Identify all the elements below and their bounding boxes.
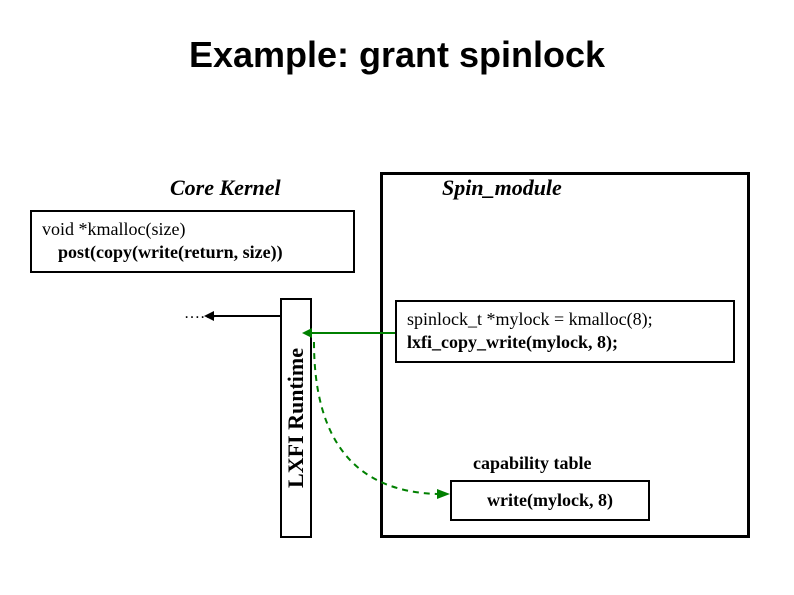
capability-table-label: capability table	[473, 453, 592, 474]
mylock-line1: spinlock_t *mylock = kmalloc(8);	[407, 308, 723, 331]
core-kernel-label: Core Kernel	[170, 175, 281, 201]
call-arrow	[214, 315, 280, 317]
mylock-code-box: spinlock_t *mylock = kmalloc(8); lxfi_co…	[395, 300, 735, 363]
slide-title: Example: grant spinlock	[0, 34, 794, 76]
spin-module-label: Spin_module	[442, 175, 562, 201]
kmalloc-declaration-box: void *kmalloc(size) post(copy(write(retu…	[30, 210, 355, 273]
green-solid-arrow	[312, 332, 395, 334]
kmalloc-line2: post(copy(write(return, size))	[42, 241, 343, 264]
lxfi-runtime-label: LXFI Runtime	[283, 348, 309, 488]
mylock-line2: lxfi_copy_write(mylock, 8);	[407, 331, 723, 354]
kmalloc-line1: void *kmalloc(size)	[42, 218, 343, 241]
write-entry-box: write(mylock, 8)	[450, 480, 650, 521]
